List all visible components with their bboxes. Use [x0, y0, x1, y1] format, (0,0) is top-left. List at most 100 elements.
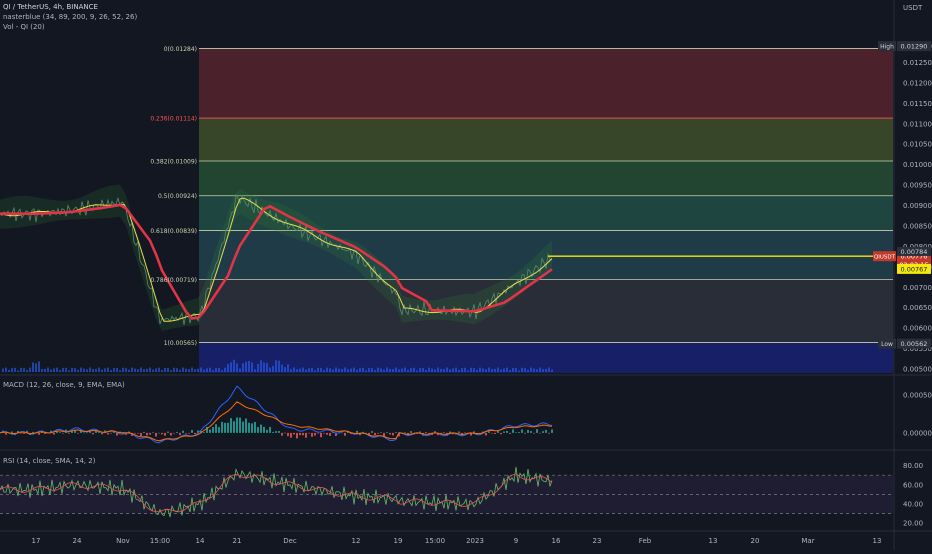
time-tick-label: Dec — [283, 537, 297, 545]
price-tick-label: 0.01100 — [903, 120, 932, 128]
price-tick-label: 0.00600 — [903, 325, 932, 333]
volume-bar — [143, 369, 145, 372]
volume-bar — [119, 370, 121, 372]
volume-bar — [539, 367, 541, 372]
macd-histogram-bar — [218, 427, 220, 433]
time-tick-label: 21 — [233, 537, 242, 545]
macd-histogram-bar — [314, 432, 316, 436]
volume-bar — [335, 367, 337, 372]
volume-bar — [101, 369, 103, 372]
volume-bar — [266, 362, 268, 372]
volume-bar — [98, 367, 100, 372]
macd-histogram-bar — [233, 421, 235, 433]
macd-histogram-bar — [245, 418, 247, 433]
volume-bar — [170, 370, 172, 372]
macd-histogram-bar — [269, 426, 271, 433]
indicator-title: nasterblue (34, 89, 200, 9, 26, 52, 26) — [3, 13, 138, 21]
volume-bar — [443, 368, 445, 372]
macd-histogram-bar — [389, 432, 391, 435]
volume-bar — [512, 368, 514, 372]
volume-bar — [461, 368, 463, 372]
macd-histogram-bar — [278, 431, 280, 433]
volume-bar — [50, 369, 52, 372]
volume-bar — [551, 369, 553, 372]
macd-histogram-bar — [59, 432, 61, 433]
fib-level-label: 0.236(0.01114) — [150, 116, 197, 123]
volume-bar — [383, 369, 385, 372]
volume-bar — [491, 368, 493, 372]
fib-level-label: 0.786(0.00719) — [150, 277, 197, 284]
volume-bar — [377, 367, 379, 372]
macd-histogram-bar — [182, 430, 184, 433]
volume-bar — [8, 369, 10, 372]
macd-histogram-bar — [155, 432, 157, 437]
volume-bar — [395, 367, 397, 372]
macd-histogram-bar — [404, 432, 406, 434]
macd-histogram-bar — [212, 427, 214, 433]
volume-bar — [308, 368, 310, 372]
time-tick-label: 23 — [593, 537, 602, 545]
volume-bar — [182, 367, 184, 372]
macd-histogram-bar — [305, 432, 307, 438]
macd-histogram-bar — [317, 432, 319, 434]
volume-bar — [209, 367, 211, 372]
time-tick-label: 13 — [709, 537, 718, 545]
macd-histogram-bar — [506, 430, 508, 433]
macd-histogram-bar — [239, 417, 241, 433]
volume-bar — [194, 369, 196, 372]
macd-histogram-bar — [173, 432, 175, 434]
macd-histogram-bar — [257, 427, 259, 433]
fibonacci-retracement[interactable] — [199, 48, 893, 373]
volume-bar — [2, 368, 4, 372]
symbol-legend[interactable]: QI / TetherUS, 4h, BINANCE — [3, 2, 98, 12]
volume-bar — [449, 369, 451, 372]
macd-tick-label: 0.00000 — [903, 429, 932, 437]
indicator-legend[interactable]: nasterblue (34, 89, 200, 9, 26, 52, 26) — [3, 12, 137, 22]
volume-bar — [488, 367, 490, 372]
volume-bar — [233, 359, 235, 372]
volume-bar — [65, 367, 67, 372]
macd-histogram-bar — [248, 422, 250, 433]
volume-bar — [521, 367, 523, 372]
badge-label: High — [880, 44, 894, 51]
volume-bar — [35, 363, 37, 372]
volume-bar — [200, 367, 202, 372]
macd-histogram-bar — [20, 432, 22, 434]
rsi-legend[interactable]: RSI (14, close, SMA, 14, 2) — [3, 456, 95, 466]
macd-histogram-bar — [68, 432, 70, 434]
volume-bar — [458, 369, 460, 372]
volume-bar — [371, 368, 373, 372]
macd-histogram-bar — [341, 432, 343, 434]
price-tick-label: 0.01000 — [903, 161, 932, 169]
volume-bar — [26, 369, 28, 372]
macd-histogram-bar — [254, 421, 256, 433]
fib-zone — [199, 160, 893, 196]
macd-histogram-bar — [380, 432, 382, 433]
badge-label: Low — [881, 341, 893, 348]
volume-bar — [89, 367, 91, 372]
volume-bar — [68, 370, 70, 372]
volume-bar — [419, 367, 421, 372]
macd-histogram-bar — [344, 432, 346, 436]
volume-bar — [20, 367, 22, 372]
volume-bar — [245, 361, 247, 372]
volume-bar — [365, 370, 367, 372]
volume-bar — [299, 368, 301, 372]
macd-histogram-bar — [140, 432, 142, 437]
volume-bar — [290, 369, 292, 372]
macd-histogram-bar — [260, 424, 262, 433]
macd-histogram-bar — [77, 432, 79, 434]
volume-bar — [41, 368, 43, 372]
chart-canvas[interactable]: 0(0.01284) 0.236(0.01114) 0.382(0.01009) 0.… — [0, 0, 932, 550]
macd-legend[interactable]: MACD (12, 26, close, 9, EMA, EMA) — [3, 380, 125, 390]
volume-bar — [500, 369, 502, 372]
volume-legend[interactable]: Vol - QI (20) — [3, 22, 45, 32]
volume-bar — [272, 365, 274, 372]
macd-histogram-bar — [86, 432, 88, 434]
volume-bar — [80, 367, 82, 372]
volume-bar — [242, 363, 244, 372]
macd-histogram-bar — [287, 432, 289, 437]
volume-bar — [524, 368, 526, 372]
macd-histogram-bar — [83, 432, 85, 434]
volume-bar — [155, 368, 157, 372]
